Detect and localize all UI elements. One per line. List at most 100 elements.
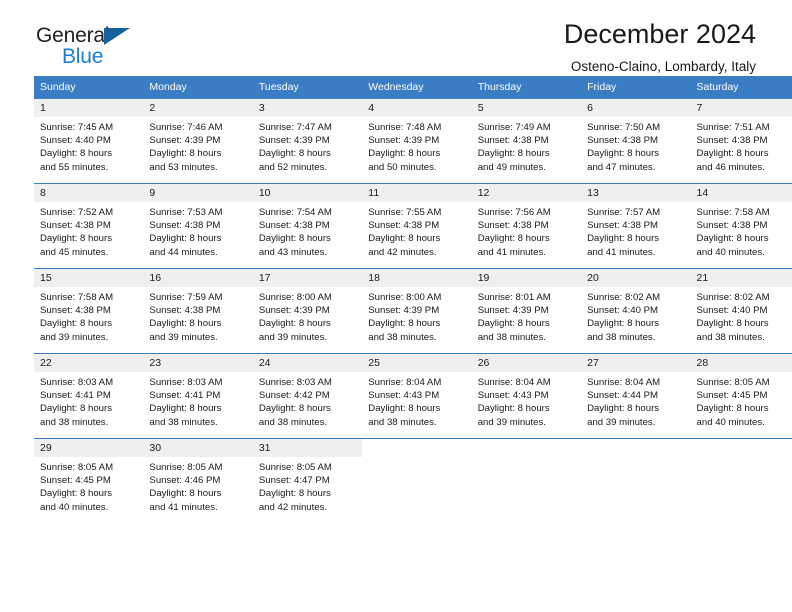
day-cell-details: Sunrise: 7:59 AM Sunset: 4:38 PM Daylight:… <box>143 287 252 344</box>
weekday-header-tuesday: Tuesday <box>252 76 363 99</box>
calendar-day-cell[interactable]: 13 Sunrise: 7:57 AM Sunset: 4:38 PM Dayligh… <box>581 183 691 269</box>
calendar-day-cell-empty <box>362 438 472 523</box>
weekday-header-saturday: Saturday <box>690 76 792 99</box>
sunrise-text: Sunrise: 7:58 AM <box>696 207 770 218</box>
daylight-text-line2: and 44 minutes. <box>149 246 218 258</box>
day-cell-details: Sunrise: 7:58 AM Sunset: 4:38 PM Daylight:… <box>691 202 792 259</box>
daylight-text-line1: Daylight: 8 hours <box>368 318 441 330</box>
calendar-day-cell[interactable]: 3 Sunrise: 7:47 AM Sunset: 4:39 PM Daylight… <box>252 98 363 184</box>
day-cell-inner: 30 Sunrise: 8:05 AM Sunset: 4:46 PM Dayligh… <box>143 439 253 523</box>
sunset-text: Sunset: 4:38 PM <box>40 220 111 232</box>
sunset-text: Sunset: 4:38 PM <box>477 135 549 147</box>
day-cell-details: Sunrise: 8:03 AM Sunset: 4:42 PM Daylight:… <box>253 372 362 429</box>
daylight-text-line1: Daylight: 8 hours <box>477 233 550 245</box>
day-cell-details: Sunrise: 7:58 AM Sunset: 4:38 PM Daylight:… <box>34 287 143 344</box>
day-cell-inner: 20 Sunrise: 8:02 AM Sunset: 4:40 PM Dayligh… <box>581 269 691 353</box>
calendar-day-cell[interactable]: 24 Sunrise: 8:03 AM Sunset: 4:42 PM Dayligh… <box>252 353 363 439</box>
day-number: 18 <box>362 269 472 287</box>
day-cell-details: Sunrise: 7:50 AM Sunset: 4:38 PM Daylight:… <box>581 117 690 174</box>
calendar-day-cell[interactable]: 2 Sunrise: 7:46 AM Sunset: 4:39 PM Daylight… <box>143 98 253 184</box>
calendar-day-cell[interactable]: 29 Sunrise: 8:05 AM Sunset: 4:45 PM Dayligh… <box>34 438 144 523</box>
calendar-day-cell[interactable]: 27 Sunrise: 8:04 AM Sunset: 4:44 PM Dayligh… <box>581 353 691 439</box>
sunrise-text: Sunrise: 7:51 AM <box>696 122 770 133</box>
sunrise-text: Sunrise: 7:49 AM <box>477 122 551 133</box>
day-number: 24 <box>252 354 363 372</box>
day-number: 28 <box>690 354 792 372</box>
calendar-day-cell[interactable]: 6 Sunrise: 7:50 AM Sunset: 4:38 PM Daylight… <box>581 98 691 184</box>
weekday-header-row: Sunday Monday Tuesday Wednesday Thursday Frid… <box>34 76 792 99</box>
sunrise-text: Sunrise: 8:03 AM <box>40 377 114 388</box>
calendar-day-cell[interactable]: 15 Sunrise: 7:58 AM Sunset: 4:38 PM Dayligh… <box>34 268 144 354</box>
sunrise-text: Sunrise: 7:50 AM <box>587 122 661 133</box>
calendar-day-cell[interactable]: 7 Sunrise: 7:51 AM Sunset: 4:38 PM Daylight… <box>690 98 792 184</box>
day-cell-details: Sunrise: 8:05 AM Sunset: 4:45 PM Daylight:… <box>691 372 792 429</box>
sunset-text: Sunset: 4:39 PM <box>368 305 440 317</box>
sunrise-text: Sunrise: 8:05 AM <box>258 462 332 473</box>
day-number: 11 <box>362 184 472 202</box>
calendar-day-cell[interactable]: 9 Sunrise: 7:53 AM Sunset: 4:38 PM Daylight… <box>143 183 253 269</box>
calendar-day-cell[interactable]: 5 Sunrise: 7:49 AM Sunset: 4:38 PM Daylight… <box>471 98 582 184</box>
day-cell-inner: 6 Sunrise: 7:50 AM Sunset: 4:38 PM Daylight… <box>581 99 691 183</box>
day-number: 3 <box>252 99 363 117</box>
daylight-text-line2: and 41 minutes. <box>149 501 218 513</box>
day-number: 20 <box>581 269 691 287</box>
calendar-day-cell[interactable]: 22 Sunrise: 8:03 AM Sunset: 4:41 PM Dayligh… <box>34 353 144 439</box>
day-cell-details: Sunrise: 7:54 AM Sunset: 4:38 PM Daylight:… <box>253 202 362 259</box>
calendar-day-cell[interactable]: 17 Sunrise: 8:00 AM Sunset: 4:39 PM Dayligh… <box>252 268 363 354</box>
sunset-text: Sunset: 4:43 PM <box>368 390 440 402</box>
calendar-day-cell[interactable]: 21 Sunrise: 8:02 AM Sunset: 4:40 PM Dayligh… <box>690 268 792 354</box>
calendar-week-row: 15 Sunrise: 7:58 AM Sunset: 4:38 PM Dayligh… <box>34 268 792 354</box>
calendar-day-cell[interactable]: 10 Sunrise: 7:54 AM Sunset: 4:38 PM Dayligh… <box>252 183 363 269</box>
sunset-text: Sunset: 4:40 PM <box>587 305 659 317</box>
calendar-day-cell[interactable]: 14 Sunrise: 7:58 AM Sunset: 4:38 PM Dayligh… <box>690 183 792 269</box>
calendar-day-cell[interactable]: 19 Sunrise: 8:01 AM Sunset: 4:39 PM Dayligh… <box>471 268 582 354</box>
day-number: 27 <box>581 354 691 372</box>
day-number: 26 <box>471 354 582 372</box>
calendar-day-cell[interactable]: 12 Sunrise: 7:56 AM Sunset: 4:38 PM Dayligh… <box>471 183 582 269</box>
daylight-text-line2: and 41 minutes. <box>587 246 656 258</box>
daylight-text-line1: Daylight: 8 hours <box>696 318 769 330</box>
daylight-text-line2: and 49 minutes. <box>477 161 546 173</box>
sunset-text: Sunset: 4:40 PM <box>40 135 111 147</box>
calendar-day-cell[interactable]: 20 Sunrise: 8:02 AM Sunset: 4:40 PM Dayligh… <box>581 268 691 354</box>
sunset-text: Sunset: 4:46 PM <box>149 475 221 487</box>
calendar-day-cell[interactable]: 1 Sunrise: 7:45 AM Sunset: 4:40 PM Daylight… <box>34 98 144 184</box>
day-number: 16 <box>143 269 253 287</box>
day-cell-details: Sunrise: 7:48 AM Sunset: 4:39 PM Daylight:… <box>362 117 471 174</box>
brand-logo[interactable]: General Blue <box>36 25 156 74</box>
day-number: 13 <box>581 184 691 202</box>
calendar-day-cell[interactable]: 16 Sunrise: 7:59 AM Sunset: 4:38 PM Dayligh… <box>143 268 253 354</box>
day-cell-details: Sunrise: 7:55 AM Sunset: 4:38 PM Daylight:… <box>362 202 471 259</box>
calendar-day-cell[interactable]: 11 Sunrise: 7:55 AM Sunset: 4:38 PM Dayligh… <box>362 183 472 269</box>
day-number: 6 <box>581 99 691 117</box>
calendar-day-cell[interactable]: 8 Sunrise: 7:52 AM Sunset: 4:38 PM Daylight… <box>34 183 144 269</box>
sunset-text: Sunset: 4:38 PM <box>258 220 330 232</box>
day-cell-details: Sunrise: 7:53 AM Sunset: 4:38 PM Daylight:… <box>143 202 252 259</box>
calendar-day-cell[interactable]: 26 Sunrise: 8:04 AM Sunset: 4:43 PM Dayligh… <box>471 353 582 439</box>
daylight-text-line2: and 38 minutes. <box>477 331 546 343</box>
day-cell-details: Sunrise: 8:01 AM Sunset: 4:39 PM Daylight:… <box>472 287 581 344</box>
day-number: 8 <box>34 184 144 202</box>
sunrise-text: Sunrise: 7:47 AM <box>258 122 332 133</box>
sunrise-text: Sunrise: 8:00 AM <box>368 292 442 303</box>
daylight-text-line1: Daylight: 8 hours <box>258 148 331 160</box>
daylight-text-line1: Daylight: 8 hours <box>40 403 112 415</box>
calendar-day-cell[interactable]: 30 Sunrise: 8:05 AM Sunset: 4:46 PM Dayligh… <box>143 438 253 523</box>
page-header: General Blue December 2024 Osteno-Claino… <box>34 0 758 74</box>
calendar-day-cell[interactable]: 25 Sunrise: 8:04 AM Sunset: 4:43 PM Dayligh… <box>362 353 472 439</box>
calendar-day-cell[interactable]: 28 Sunrise: 8:05 AM Sunset: 4:45 PM Dayligh… <box>690 353 792 439</box>
calendar-day-cell[interactable]: 23 Sunrise: 8:03 AM Sunset: 4:41 PM Dayligh… <box>143 353 253 439</box>
day-cell-inner: 28 Sunrise: 8:05 AM Sunset: 4:45 PM Dayligh… <box>690 354 792 438</box>
calendar-day-cell[interactable]: 18 Sunrise: 8:00 AM Sunset: 4:39 PM Dayligh… <box>362 268 472 354</box>
day-cell-inner: 24 Sunrise: 8:03 AM Sunset: 4:42 PM Dayligh… <box>252 354 363 438</box>
day-number: 4 <box>362 99 472 117</box>
day-cell-inner: 18 Sunrise: 8:00 AM Sunset: 4:39 PM Dayligh… <box>362 269 472 353</box>
sunrise-text: Sunrise: 8:05 AM <box>696 377 770 388</box>
calendar-day-cell[interactable]: 4 Sunrise: 7:48 AM Sunset: 4:39 PM Daylight… <box>362 98 472 184</box>
daylight-text-line1: Daylight: 8 hours <box>149 403 222 415</box>
calendar-day-cell[interactable]: 31 Sunrise: 8:05 AM Sunset: 4:47 PM Dayligh… <box>252 438 363 523</box>
sunrise-text: Sunrise: 8:04 AM <box>368 377 442 388</box>
sunset-text: Sunset: 4:45 PM <box>696 390 768 402</box>
day-cell-details: Sunrise: 8:02 AM Sunset: 4:40 PM Daylight:… <box>691 287 792 344</box>
calendar-week-row: 29 Sunrise: 8:05 AM Sunset: 4:45 PM Dayligh… <box>34 438 792 523</box>
